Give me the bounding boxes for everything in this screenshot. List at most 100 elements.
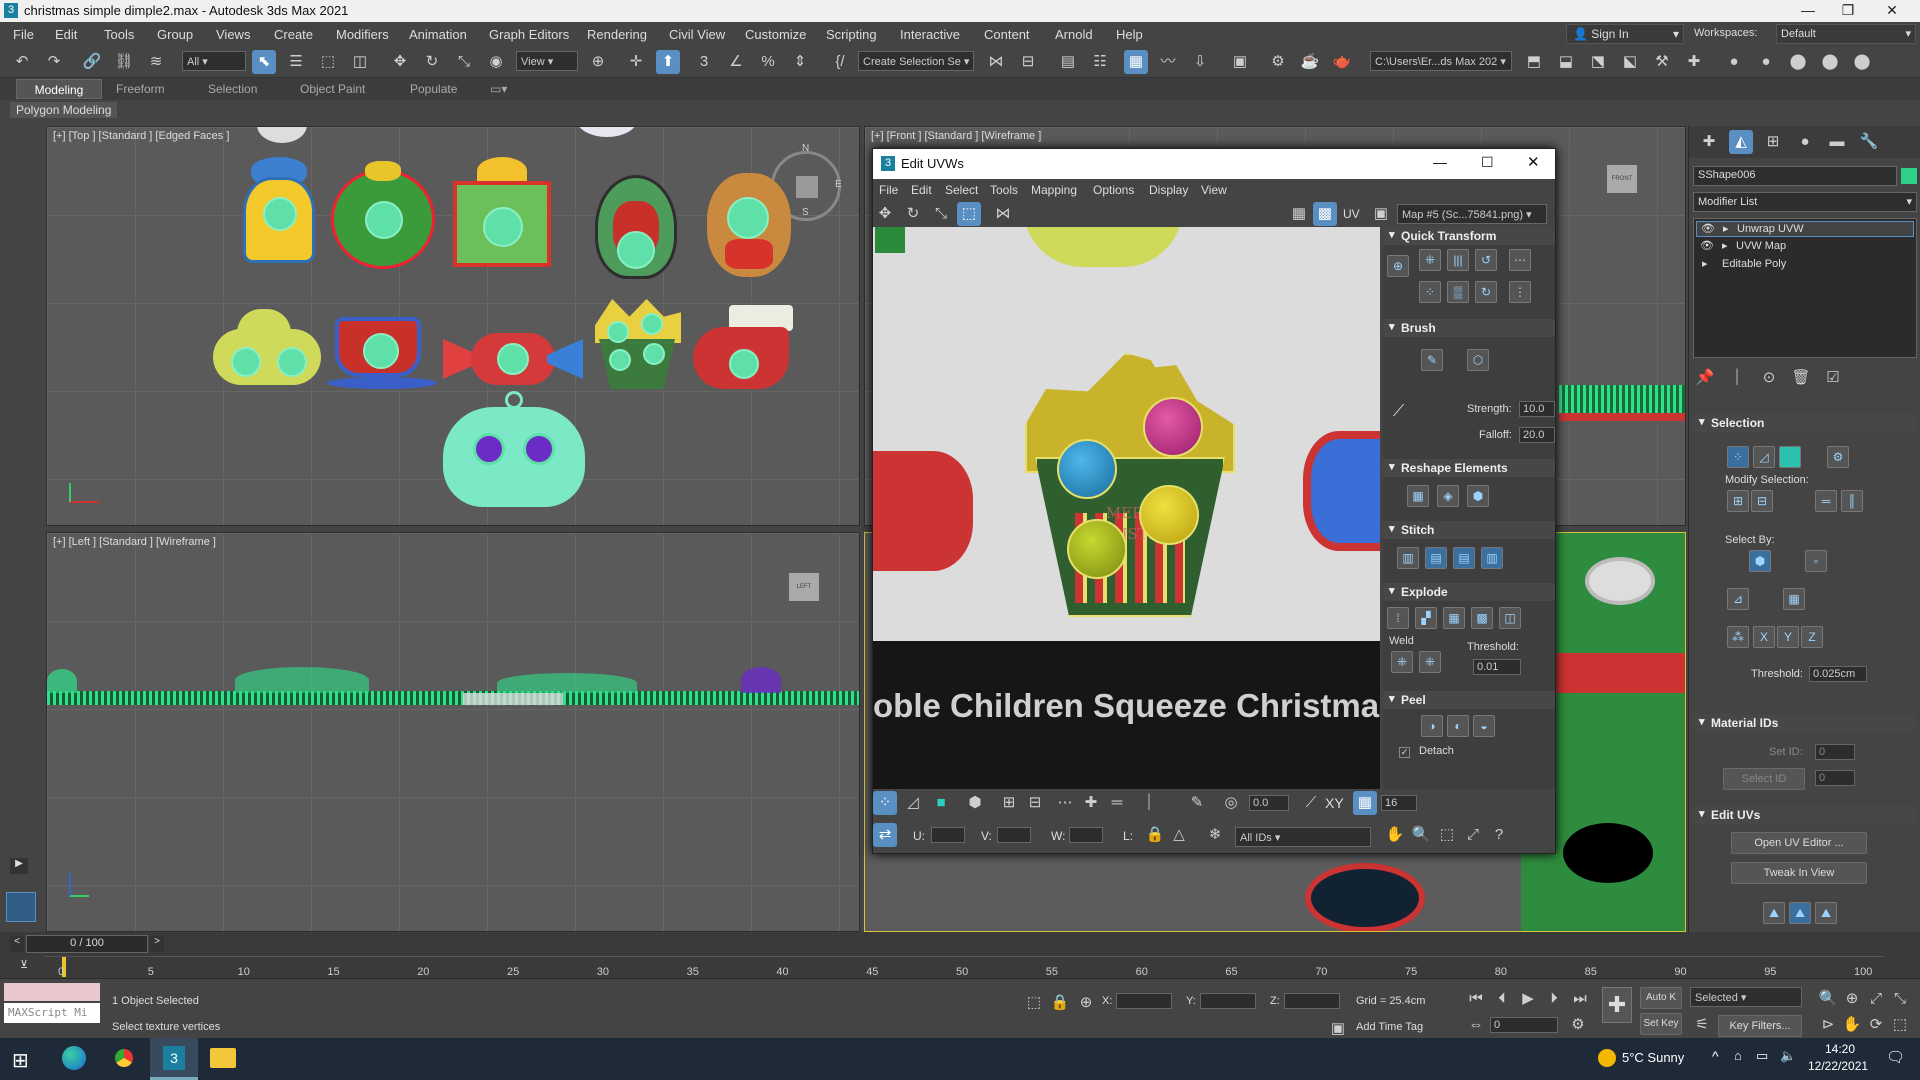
uv-map-dropdown[interactable]: Map #5 (Sc...75841.png) ▾	[1397, 204, 1547, 224]
go-to-start-icon[interactable]: ⏮	[1464, 987, 1488, 1011]
project-icon-2[interactable]: ⬓	[1554, 50, 1578, 74]
motion-tab-icon[interactable]: ●	[1793, 130, 1817, 154]
utilities-tab-icon[interactable]: 🔧	[1857, 130, 1881, 154]
set-id-spinner[interactable]: 0	[1815, 744, 1855, 760]
align-horizontal-icon[interactable]: ⁜	[1419, 249, 1441, 271]
ornament-partial-2[interactable]	[577, 127, 637, 137]
polygon-modeling-tab[interactable]: Polygon Modeling	[10, 102, 118, 118]
bind-space-warp-icon[interactable]: ≋	[144, 50, 168, 74]
reset-peel-icon[interactable]: ◒	[1473, 715, 1495, 737]
paint-brush-icon[interactable]: ✎	[1421, 349, 1443, 371]
ornament-stocking[interactable]	[689, 305, 797, 393]
uv-ball-magenta[interactable]	[1143, 397, 1203, 457]
menu-help[interactable]: Help	[1116, 27, 1143, 42]
unlink-icon[interactable]: ⛓	[112, 50, 136, 74]
align-grid-icon[interactable]: ▒	[1447, 281, 1469, 303]
grid-count-spinner[interactable]: 16	[1381, 795, 1417, 811]
uv-map-icon[interactable]: ▣	[1369, 202, 1393, 226]
viewport-front-label[interactable]: [+] [Front ] [Standard ] [Wireframe ]	[871, 130, 1041, 142]
rectangular-selection-icon[interactable]: ⬚	[316, 50, 340, 74]
menu-arnold[interactable]: Arnold	[1055, 27, 1093, 42]
create-tab-icon[interactable]: ✚	[1697, 130, 1721, 154]
play-icon[interactable]: ▶	[1516, 987, 1540, 1011]
time-config-icon[interactable]: ⇔	[1464, 1013, 1488, 1037]
explode-by-material-icon[interactable]: ▦	[1443, 607, 1465, 629]
key-mode-icon[interactable]: ⚙	[1566, 1013, 1590, 1037]
zoom-extents-icon[interactable]: ⤢	[1864, 987, 1888, 1011]
modifier-list-dropdown[interactable]: Modifier List ▾	[1693, 192, 1917, 212]
menu-interactive[interactable]: Interactive	[900, 27, 960, 42]
ornament-reindeer[interactable]	[695, 161, 801, 277]
sphere-icon-1[interactable]: ●	[1722, 50, 1746, 74]
next-frame-icon[interactable]: ⏵	[1542, 987, 1566, 1011]
strength-spinner[interactable]: 10.0	[1519, 401, 1555, 417]
lock-icon[interactable]: 🔒	[1143, 823, 1167, 847]
shrink-selection-icon[interactable]: ⊟	[1751, 490, 1773, 512]
uv-mirror-icon[interactable]: ⋈	[991, 202, 1015, 226]
ornament-cup[interactable]	[327, 317, 437, 393]
zoom-all-icon[interactable]: ⊕	[1840, 987, 1864, 1011]
percent-snap-icon[interactable]: %	[756, 50, 780, 74]
scale-icon[interactable]: ⤡	[452, 50, 476, 74]
modifier-stack-item[interactable]: 👁 ▸ UVW Map	[1696, 239, 1914, 255]
explode-flatten-icon[interactable]: ◫	[1499, 607, 1521, 629]
pin-stack-icon[interactable]: 📌	[1693, 366, 1717, 390]
pan-icon[interactable]: ✋	[1383, 823, 1407, 847]
remove-modifier-icon[interactable]: 🗑	[1789, 366, 1813, 390]
scene-explorer-icon[interactable]: ▤	[1056, 50, 1080, 74]
stitch-custom-icon[interactable]: ▥	[1481, 547, 1503, 569]
uv-menu-view[interactable]: View	[1201, 183, 1227, 197]
select-options-icon[interactable]: ⚙	[1827, 446, 1849, 468]
project-icon-1[interactable]: ⬒	[1522, 50, 1546, 74]
ribbon-tab-modeling[interactable]: Modeling	[16, 79, 102, 99]
weld-threshold-spinner[interactable]: 0.01	[1473, 659, 1521, 675]
grow-selection-icon[interactable]: ⊞	[1727, 490, 1749, 512]
sphere-icon-3[interactable]: ⬤	[1786, 50, 1810, 74]
current-frame-spinner[interactable]: 0	[1490, 1017, 1558, 1033]
uv-tool-icon-2[interactable]: ⛰	[1789, 902, 1811, 924]
relax-brush-icon[interactable]: ⬡	[1467, 349, 1489, 371]
stitch-average-icon[interactable]: ▤	[1425, 547, 1447, 569]
stitch-source-icon[interactable]: ▤	[1453, 547, 1475, 569]
relax-icon[interactable]: ◈	[1437, 485, 1459, 507]
peel-header[interactable]: Peel	[1383, 691, 1555, 709]
y-coordinate-field[interactable]	[1200, 993, 1256, 1009]
align-center-icon[interactable]: ⊕	[1387, 255, 1409, 277]
ring-shrink-icon[interactable]: ═	[1105, 791, 1129, 815]
ornament-candy[interactable]	[443, 333, 583, 385]
sphere-icon-4[interactable]: ⬤	[1818, 50, 1842, 74]
uv-ball-green[interactable]	[1067, 519, 1127, 579]
viewport-top[interactable]: [+] [Top ] [Standard ] [Edged Faces ] N …	[46, 126, 860, 526]
sign-in-button[interactable]: 👤 Sign In ▾	[1566, 24, 1684, 44]
zoom-icon[interactable]: 🔍	[1409, 823, 1433, 847]
zoom-region-icon[interactable]: ⬚	[1435, 823, 1459, 847]
plus-icon[interactable]: ✚	[1682, 50, 1706, 74]
sphere-icon-2[interactable]: ●	[1754, 50, 1778, 74]
uv-ball-yellow[interactable]	[1139, 485, 1199, 545]
ornament-gift-box[interactable]	[447, 157, 557, 269]
maxscript-input[interactable]: MAXScript Mi	[4, 1003, 100, 1023]
menu-modifiers[interactable]: Modifiers	[336, 27, 389, 42]
field-of-view-icon[interactable]: ⊳	[1816, 1013, 1840, 1037]
maxscript-listener[interactable]	[4, 983, 100, 1001]
ornament-santa[interactable]	[587, 157, 683, 281]
curve-editor-icon[interactable]: 〰	[1156, 50, 1180, 74]
display-tab-icon[interactable]: ▬	[1825, 130, 1849, 154]
align-icon[interactable]: ⊟	[1016, 50, 1040, 74]
weather-icon[interactable]	[1598, 1049, 1616, 1067]
rotate-icon[interactable]: ↻	[420, 50, 444, 74]
modifier-stack-item[interactable]: ▸ Editable Poly	[1696, 257, 1914, 273]
pin-icon[interactable]: ⏐	[1137, 791, 1161, 815]
select-by-element-icon[interactable]: ⬢	[1749, 550, 1771, 572]
sphere-icon-5[interactable]: ⬤	[1850, 50, 1874, 74]
loop-selection-icon[interactable]: ═	[1815, 490, 1837, 512]
ribbon-tab-selection[interactable]: Selection	[208, 82, 257, 96]
explode-header[interactable]: Explode	[1383, 583, 1555, 601]
move-icon[interactable]: ✥	[388, 50, 412, 74]
weld-selected-icon[interactable]: ⁜	[1391, 651, 1413, 673]
paint-select-icon[interactable]: ✎	[1185, 791, 1209, 815]
select-object-icon[interactable]: ⬉	[252, 50, 276, 74]
menu-views[interactable]: Views	[216, 27, 250, 42]
menu-scripting[interactable]: Scripting	[826, 27, 877, 42]
menu-rendering[interactable]: Rendering	[587, 27, 647, 42]
